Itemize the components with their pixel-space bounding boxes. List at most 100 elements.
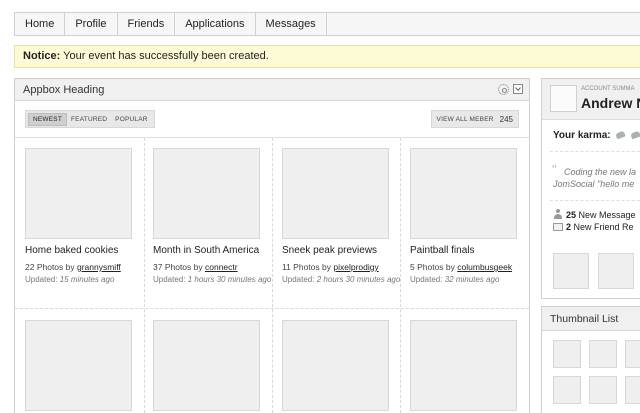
album-card[interactable]: Paintball finals 5 Photos by columbusgee… [410, 148, 538, 285]
karma-label: Your karma: [553, 130, 611, 141]
appbox-header: Appbox Heading [15, 79, 529, 101]
nav-friends[interactable]: Friends [118, 13, 176, 35]
notice-label: Notice: [23, 50, 61, 62]
filter-tabs: Newest Featured Popular [25, 110, 155, 128]
album-card[interactable]: Home baked cookies 22 Photos by grannysm… [25, 148, 153, 285]
album-updated: Updated: 1 hours 30 minutes ago [153, 274, 281, 285]
album-updated: Updated: 2 hours 30 minutes ago [282, 274, 410, 285]
album-thumbnail[interactable] [282, 320, 389, 411]
updated-time: 32 minutes ago [444, 275, 500, 284]
updated-label: Updated: [282, 275, 317, 284]
divider [550, 200, 640, 201]
thumbnail[interactable] [553, 376, 581, 404]
updated-label: Updated: [410, 275, 445, 284]
album-thumbnail[interactable] [282, 148, 389, 239]
friends-label: New Friend Re [571, 222, 634, 232]
karma-icon [630, 130, 640, 140]
album-title[interactable]: Month in South America [153, 245, 281, 256]
account-header: Account Summa Andrew N [542, 79, 640, 120]
thumbnail-list: Thumbnail List [541, 306, 640, 413]
album-updated: Updated: 32 minutes ago [410, 274, 538, 285]
author-link[interactable]: columbusgeek [457, 262, 512, 272]
album-card[interactable] [25, 320, 153, 411]
album-meta: 37 Photos by connectr [153, 262, 281, 272]
top-nav: Home Profile Friends Applications Messag… [14, 12, 640, 36]
album-card[interactable]: Month in South America 37 Photos by conn… [153, 148, 281, 285]
appbox-controls [498, 84, 523, 95]
thumbnail[interactable] [553, 340, 581, 368]
notice-text: Your event has successfully been created… [60, 50, 269, 62]
view-all-button[interactable]: View all meber 245 [430, 110, 519, 128]
nav-home[interactable]: Home [15, 13, 66, 35]
quote-line: JomSocial "hello me [553, 179, 635, 189]
appbox-heading: Appbox Heading [23, 84, 105, 96]
divider [550, 151, 640, 152]
album-thumbnail[interactable] [25, 148, 132, 239]
updated-label: Updated: [25, 275, 60, 284]
thumbnail[interactable] [625, 340, 640, 368]
thumbnail[interactable] [625, 376, 640, 404]
updated-time: 1 hours 30 minutes ago [187, 275, 272, 284]
row-divider [15, 308, 529, 309]
quote-line: Coding the new la [564, 167, 637, 177]
thumbnail-list-heading: Thumbnail List [542, 307, 640, 331]
gear-icon[interactable] [498, 84, 509, 95]
filter-newest[interactable]: Newest [28, 112, 68, 126]
filter-featured[interactable]: Featured [67, 114, 111, 125]
photo-count: 22 Photos by [25, 262, 77, 272]
appbox: Appbox Heading Newest Featured Popular V… [14, 78, 530, 413]
album-meta: 5 Photos by columbusgeek [410, 262, 538, 272]
album-title[interactable]: Paintball finals [410, 245, 538, 256]
user-name[interactable]: Andrew N [581, 95, 640, 111]
filter-popular[interactable]: Popular [111, 114, 151, 125]
album-title[interactable]: Sneek peak previews [282, 245, 410, 256]
author-link[interactable]: grannysmiff [77, 262, 121, 272]
friend-thumbnail[interactable] [598, 253, 634, 289]
member-count: 245 [499, 114, 513, 124]
photo-count: 5 Photos by [410, 262, 458, 272]
author-link[interactable]: connectr [205, 262, 238, 272]
nav-applications[interactable]: Applications [175, 13, 256, 35]
album-meta: 22 Photos by grannysmiff [25, 262, 153, 272]
friend-request-notification[interactable]: 2 New Friend Re [553, 222, 634, 232]
karma-icon [615, 130, 627, 140]
photo-count: 37 Photos by [153, 262, 205, 272]
messages-label: New Message [576, 210, 636, 220]
nav-profile[interactable]: Profile [65, 13, 118, 35]
nav-messages[interactable]: Messages [256, 13, 327, 35]
album-title[interactable]: Home baked cookies [25, 245, 153, 256]
notice-bar: Notice: Your event has successfully been… [14, 45, 640, 68]
album-thumbnail[interactable] [410, 320, 517, 411]
messages-count: 25 [566, 210, 577, 220]
thumbnail[interactable] [589, 376, 617, 404]
photo-count: 11 Photos by [282, 262, 334, 272]
quote-mark: " [552, 162, 557, 177]
friend-thumbnail[interactable] [553, 253, 589, 289]
updated-label: Updated: [153, 275, 188, 284]
album-card[interactable] [153, 320, 281, 411]
album-thumbnail[interactable] [410, 148, 517, 239]
author-link[interactable]: pixelprodigy [333, 262, 378, 272]
appbox-toolbar: Newest Featured Popular View all meber 2… [25, 110, 519, 129]
album-card[interactable] [410, 320, 538, 411]
updated-time: 15 minutes ago [59, 275, 115, 284]
album-thumbnail[interactable] [153, 320, 260, 411]
user-icon [553, 209, 563, 219]
status-quote: " Coding the new la JomSocial "hello me [552, 162, 637, 190]
album-card[interactable]: Sneek peak previews 11 Photos by pixelpr… [282, 148, 410, 285]
collapse-icon[interactable] [513, 84, 523, 94]
karma-row: Your karma: [553, 130, 640, 141]
messages-notification[interactable]: 25 New Message [553, 209, 636, 220]
album-thumbnail[interactable] [153, 148, 260, 239]
album-updated: Updated: 15 minutes ago [25, 274, 153, 285]
account-summary-label: Account Summa [581, 86, 635, 92]
album-card[interactable] [282, 320, 410, 411]
updated-time: 2 hours 30 minutes ago [316, 275, 401, 284]
album-meta: 11 Photos by pixelprodigy [282, 262, 410, 272]
account-summary: Account Summa Andrew N Your karma: " Cod… [541, 78, 640, 299]
album-thumbnail[interactable] [25, 320, 132, 411]
mail-icon [553, 223, 563, 231]
view-all-label: View all meber [436, 115, 494, 123]
thumbnail[interactable] [589, 340, 617, 368]
avatar[interactable] [550, 85, 577, 112]
